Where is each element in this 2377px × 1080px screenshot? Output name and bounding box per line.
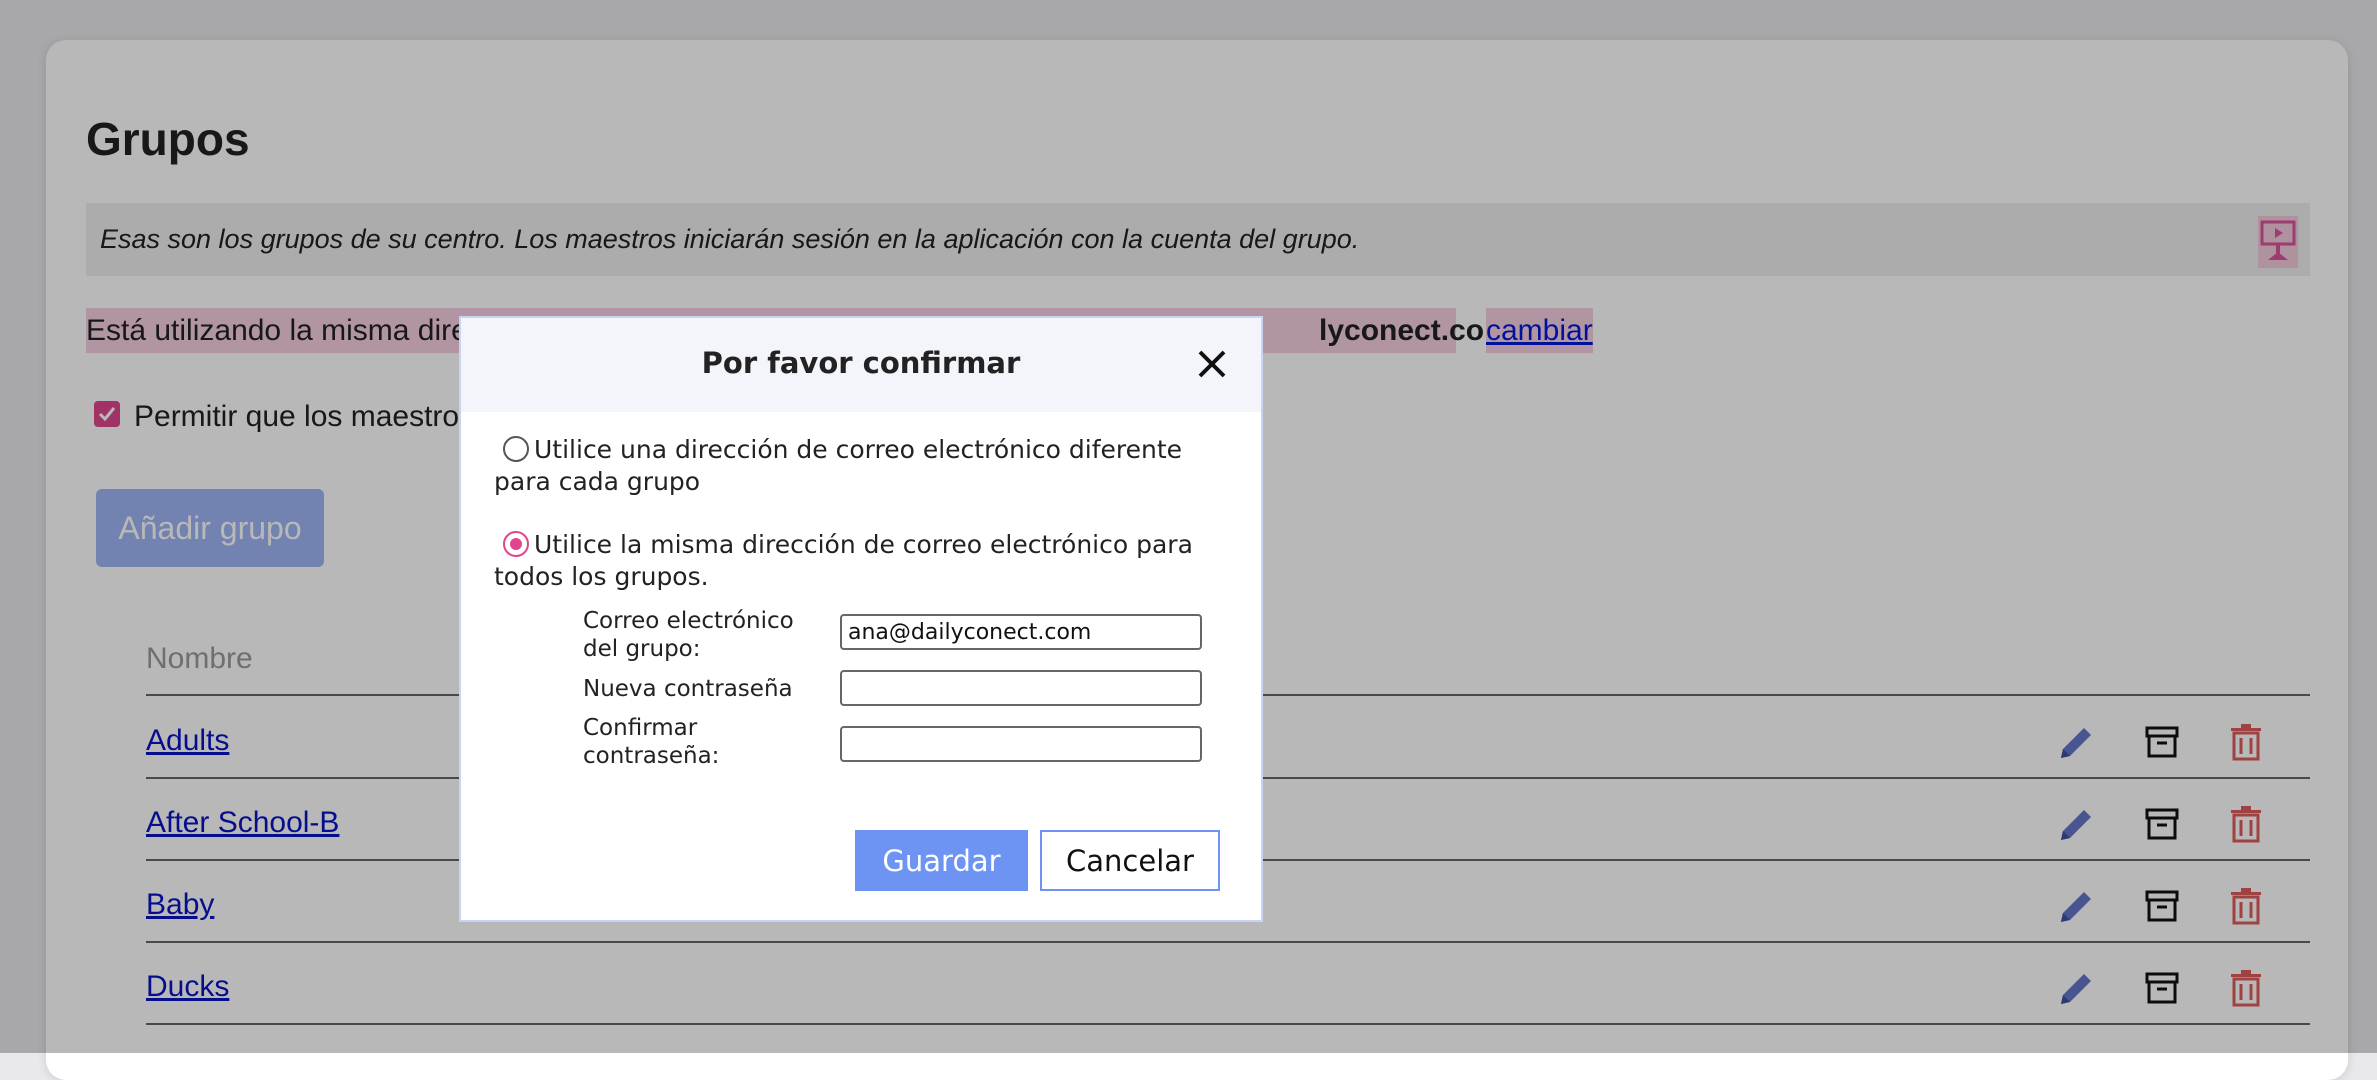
option-different-email-label[interactable]: Utilice una dirección de correo electrón… <box>494 434 1194 498</box>
close-icon[interactable] <box>1196 348 1228 380</box>
dialog-title: Por favor confirmar <box>701 346 1021 380</box>
option-same-email-label[interactable]: Utilice la misma dirección de correo ele… <box>494 529 1194 593</box>
cancel-button[interactable]: Cancelar <box>1040 830 1220 891</box>
group-email-field[interactable] <box>840 614 1202 650</box>
save-button[interactable]: Guardar <box>855 830 1028 891</box>
confirm-password-field[interactable] <box>840 726 1202 762</box>
new-password-label: Nueva contraseña <box>583 676 793 702</box>
email-field-label: Correo electrónico del grupo: <box>583 608 794 662</box>
dialog-header: Por favor confirmar <box>461 318 1261 412</box>
confirm-dialog: Por favor confirmar Utilice una direcció… <box>459 316 1263 922</box>
confirm-password-label: Confirmar contraseña: <box>583 715 720 769</box>
new-password-field[interactable] <box>840 670 1202 706</box>
